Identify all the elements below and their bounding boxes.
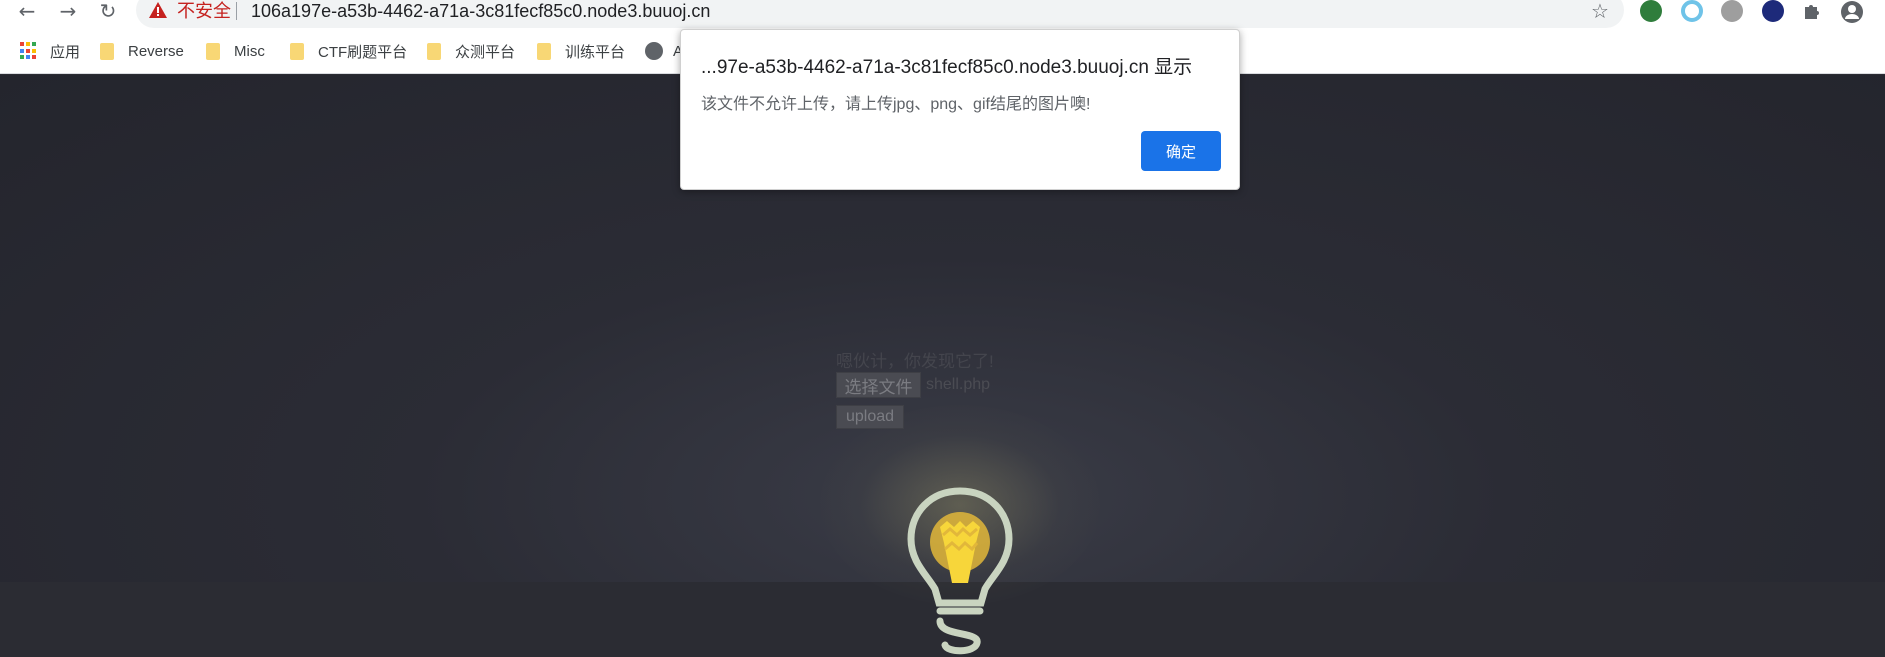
- extensions-puzzle-icon[interactable]: [1801, 1, 1821, 21]
- extension-gear-icon[interactable]: [1721, 0, 1743, 22]
- globe-icon: [645, 42, 663, 60]
- bookmark-globe[interactable]: A: [645, 40, 683, 62]
- back-arrow-icon[interactable]: ←: [12, 0, 42, 23]
- dialog-title: ...97e-a53b-4462-a71a-3c81fecf85c0.node3…: [701, 57, 1193, 78]
- folder-icon: [427, 42, 441, 60]
- page-heading: 嗯伙计，你发现它了!: [836, 352, 994, 371]
- reload-icon[interactable]: ↻: [93, 0, 123, 23]
- warning-icon: [149, 2, 167, 18]
- choose-file-button[interactable]: 选择文件: [836, 372, 921, 398]
- bookmark-label: 训练平台: [565, 43, 626, 61]
- bookmark-label: CTF刷题平台: [318, 43, 408, 61]
- forward-arrow-icon[interactable]: →: [53, 0, 83, 23]
- folder-icon: [537, 42, 551, 60]
- profile-avatar-icon[interactable]: [1840, 0, 1864, 24]
- alert-dialog: ...97e-a53b-4462-a71a-3c81fecf85c0.node3…: [680, 29, 1240, 190]
- ok-button[interactable]: 确定: [1141, 131, 1221, 171]
- bookmark-label: 众测平台: [455, 43, 516, 61]
- bookmark-crowdtest[interactable]: 众测平台: [427, 40, 515, 62]
- extension-green-icon[interactable]: [1640, 0, 1662, 22]
- security-status-label[interactable]: 不安全: [177, 0, 231, 22]
- browser-toolbar: ← → ↻ 不安全 106a197e-a53b-4462-a71a-3c81fe…: [0, 0, 1885, 30]
- url-text[interactable]: 106a197e-a53b-4462-a71a-3c81fecf85c0.nod…: [251, 0, 710, 22]
- apps-grid-icon: [20, 42, 38, 60]
- bookmark-training[interactable]: 训练平台: [537, 40, 625, 62]
- bookmark-misc[interactable]: Misc: [206, 40, 265, 62]
- folder-icon: [206, 42, 220, 60]
- folder-icon: [100, 42, 114, 60]
- extension-ring-icon[interactable]: [1681, 0, 1703, 22]
- bookmark-label: Misc: [234, 42, 265, 60]
- folder-icon: [290, 42, 304, 60]
- bookmark-label: 应用: [50, 43, 81, 61]
- bookmark-star-icon[interactable]: ☆: [1591, 0, 1609, 23]
- bookmark-label: Reverse: [128, 42, 184, 60]
- dialog-message: 该文件不允许上传，请上传jpg、png、gif结尾的图片噢!: [701, 96, 1091, 113]
- bookmark-apps[interactable]: 应用: [20, 40, 80, 62]
- lightbulb-icon: [907, 487, 1013, 655]
- bookmark-reverse[interactable]: Reverse: [100, 40, 184, 62]
- extension-lua-icon[interactable]: [1762, 0, 1784, 22]
- selected-file-name: shell.php: [926, 376, 991, 393]
- address-separator: [236, 2, 237, 20]
- upload-button[interactable]: upload: [836, 405, 904, 429]
- bookmark-ctf[interactable]: CTF刷题平台: [290, 40, 407, 62]
